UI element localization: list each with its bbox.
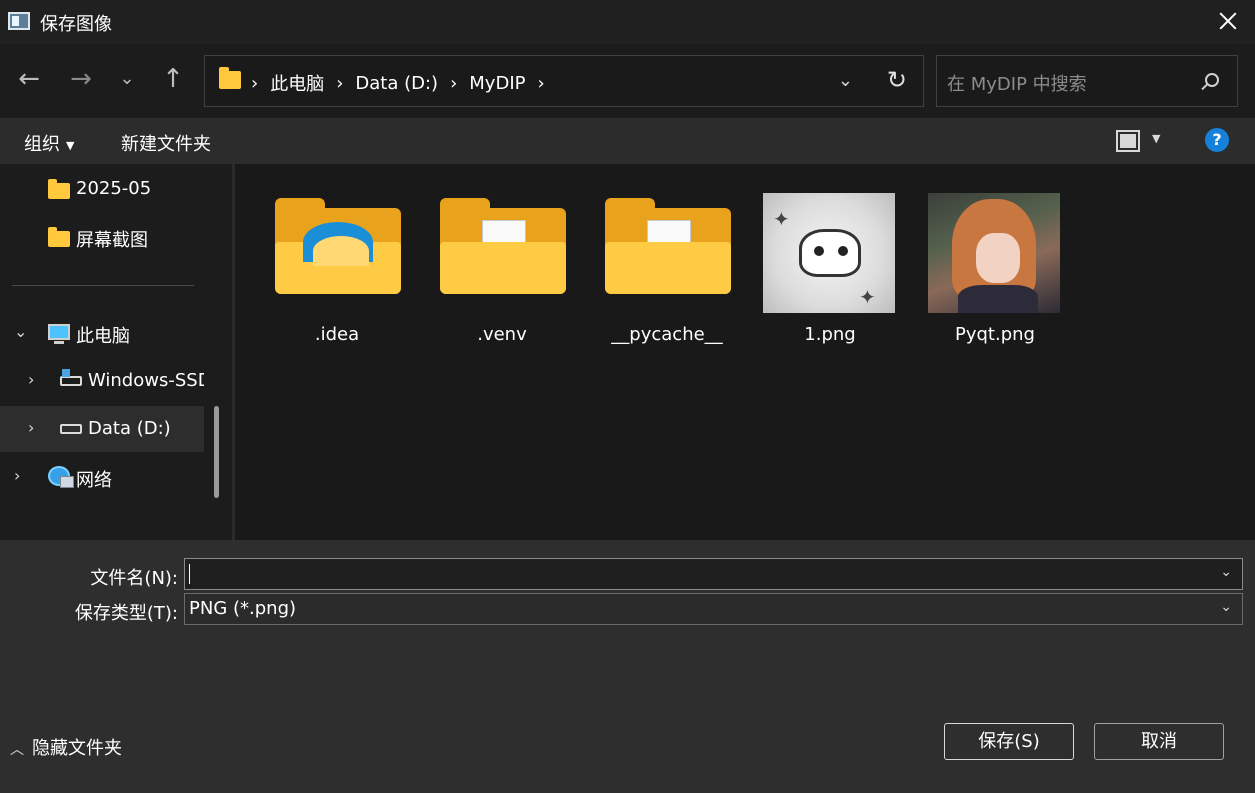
sidebar-item-data-d[interactable]: › Data (D:) bbox=[0, 406, 204, 452]
file-name: .venv bbox=[477, 324, 527, 345]
navigation-pane: 2025-05 屏幕截图 ⌄ 此电脑 › Windows-SSD › Data … bbox=[0, 164, 232, 540]
sidebar-item-screenshots[interactable]: 屏幕截图 bbox=[0, 214, 204, 260]
organize-button[interactable]: 组织 ▼ bbox=[24, 130, 74, 156]
sidebar-item-windows-ssd[interactable]: › Windows-SSD bbox=[0, 358, 204, 404]
back-icon[interactable]: ← bbox=[14, 64, 44, 94]
breadcrumb-this-pc[interactable]: 此电脑 bbox=[270, 70, 324, 96]
close-icon[interactable] bbox=[1215, 8, 1241, 34]
app-icon bbox=[8, 12, 30, 30]
file-item-1-png[interactable]: ✦ ✦ 1.png bbox=[760, 192, 900, 352]
hide-folders-button[interactable]: ︿ 隐藏文件夹 bbox=[10, 734, 122, 760]
network-icon bbox=[48, 466, 74, 488]
image-thumbnail bbox=[928, 193, 1060, 313]
sidebar-item-label: Data (D:) bbox=[88, 418, 171, 439]
folder-icon bbox=[48, 179, 70, 199]
folder-icon bbox=[219, 67, 241, 89]
breadcrumb-data-d[interactable]: Data (D:) bbox=[355, 73, 438, 94]
breadcrumb-mydip[interactable]: MyDIP bbox=[469, 73, 525, 94]
command-bar: 组织 ▼ 新建文件夹 ▼ ? bbox=[0, 118, 1255, 164]
up-icon[interactable]: ↑ bbox=[158, 64, 188, 94]
sidebar-divider bbox=[12, 285, 194, 286]
chevron-down-icon[interactable]: ⌄ bbox=[1220, 599, 1232, 615]
navigation-bar: ← → ⌄ ↑ › 此电脑 › Data (D:) › MyDIP › ⌄ ↻ … bbox=[0, 44, 1255, 118]
sidebar-item-2025-05[interactable]: 2025-05 bbox=[0, 166, 204, 212]
save-button[interactable]: 保存(S) bbox=[944, 723, 1074, 760]
address-dropdown-icon[interactable]: ⌄ bbox=[838, 70, 853, 91]
title-bar: 保存图像 bbox=[0, 0, 1255, 44]
folder-icon bbox=[605, 198, 731, 294]
search-icon[interactable] bbox=[1205, 73, 1219, 87]
sidebar-item-label: 2025-05 bbox=[76, 178, 152, 199]
filetype-select[interactable]: PNG (*.png) ⌄ bbox=[184, 593, 1243, 625]
address-bar[interactable]: › 此电脑 › Data (D:) › MyDIP › ⌄ ↻ bbox=[204, 55, 924, 107]
search-input[interactable]: 在 MyDIP 中搜索 bbox=[947, 70, 1087, 96]
breadcrumb-separator-icon[interactable]: › bbox=[251, 73, 258, 94]
file-name: .idea bbox=[314, 324, 360, 345]
text-cursor bbox=[189, 564, 190, 584]
file-item-venv[interactable]: .venv bbox=[432, 192, 572, 352]
filename-input[interactable]: ⌄ bbox=[184, 558, 1243, 590]
sidebar-item-network[interactable]: › 网络 bbox=[0, 454, 204, 500]
chevron-down-icon[interactable]: ⌄ bbox=[14, 322, 27, 341]
filename-label: 文件名(N): bbox=[90, 568, 178, 589]
sidebar-item-this-pc[interactable]: ⌄ 此电脑 bbox=[0, 310, 204, 356]
folder-icon bbox=[275, 198, 401, 294]
sidebar-item-label: 屏幕截图 bbox=[76, 230, 148, 251]
chevron-right-icon[interactable]: › bbox=[28, 418, 34, 437]
sidebar-item-label: 此电脑 bbox=[76, 326, 130, 347]
drive-icon bbox=[60, 369, 82, 386]
help-icon[interactable]: ? bbox=[1205, 128, 1229, 152]
file-name: __pycache__ bbox=[611, 324, 723, 345]
app-logo-icon bbox=[303, 222, 373, 266]
file-item-pycache[interactable]: __pycache__ bbox=[597, 192, 737, 352]
folder-icon bbox=[440, 198, 566, 294]
chevron-down-icon[interactable]: ⌄ bbox=[1220, 564, 1232, 580]
sidebar-item-label: 网络 bbox=[76, 470, 112, 491]
drive-icon bbox=[60, 424, 82, 434]
chevron-right-icon[interactable]: › bbox=[28, 370, 34, 389]
filetype-value: PNG (*.png) bbox=[189, 598, 297, 619]
chevron-up-icon: ︿ bbox=[10, 742, 24, 758]
breadcrumb: › 此电脑 › Data (D:) › MyDIP › bbox=[251, 70, 557, 96]
caret-down-icon: ▼ bbox=[66, 138, 75, 152]
sidebar-item-label: Windows-SSD bbox=[88, 370, 204, 391]
hide-folders-label: 隐藏文件夹 bbox=[32, 738, 122, 759]
file-name: 1.png bbox=[804, 324, 856, 345]
window-title: 保存图像 bbox=[40, 14, 112, 35]
save-options-panel: 文件名(N): ⌄ 保存类型(T): PNG (*.png) ⌄ ︿ 隐藏文件夹 … bbox=[0, 540, 1255, 793]
organize-label: 组织 bbox=[24, 134, 60, 155]
chevron-right-icon[interactable]: › bbox=[14, 466, 20, 485]
breadcrumb-separator-icon[interactable]: › bbox=[336, 73, 343, 94]
sidebar-scrollbar[interactable] bbox=[214, 406, 219, 498]
view-mode-icon[interactable] bbox=[1116, 130, 1140, 152]
view-options-caret-icon[interactable]: ▼ bbox=[1152, 132, 1160, 145]
file-item-idea[interactable]: .idea bbox=[267, 192, 407, 352]
file-name: Pyqt.png bbox=[955, 324, 1035, 345]
image-thumbnail: ✦ ✦ bbox=[763, 193, 895, 313]
file-item-pyqt-png[interactable]: Pyqt.png bbox=[925, 192, 1065, 352]
recent-locations-chevron-icon[interactable]: ⌄ bbox=[112, 64, 142, 94]
folder-icon bbox=[48, 227, 70, 247]
search-box[interactable]: 在 MyDIP 中搜索 bbox=[936, 55, 1238, 107]
breadcrumb-separator-icon[interactable]: › bbox=[450, 73, 457, 94]
refresh-icon[interactable]: ↻ bbox=[887, 66, 907, 94]
filetype-label: 保存类型(T): bbox=[74, 603, 178, 624]
forward-icon[interactable]: → bbox=[66, 64, 96, 94]
breadcrumb-separator-icon[interactable]: › bbox=[538, 73, 545, 94]
pc-icon bbox=[48, 324, 70, 344]
new-folder-button[interactable]: 新建文件夹 bbox=[121, 130, 211, 156]
cancel-button[interactable]: 取消 bbox=[1094, 723, 1224, 760]
file-list: .idea .venv __pycache__ ✦ ✦ 1.png Pyqt.p… bbox=[235, 164, 1255, 540]
